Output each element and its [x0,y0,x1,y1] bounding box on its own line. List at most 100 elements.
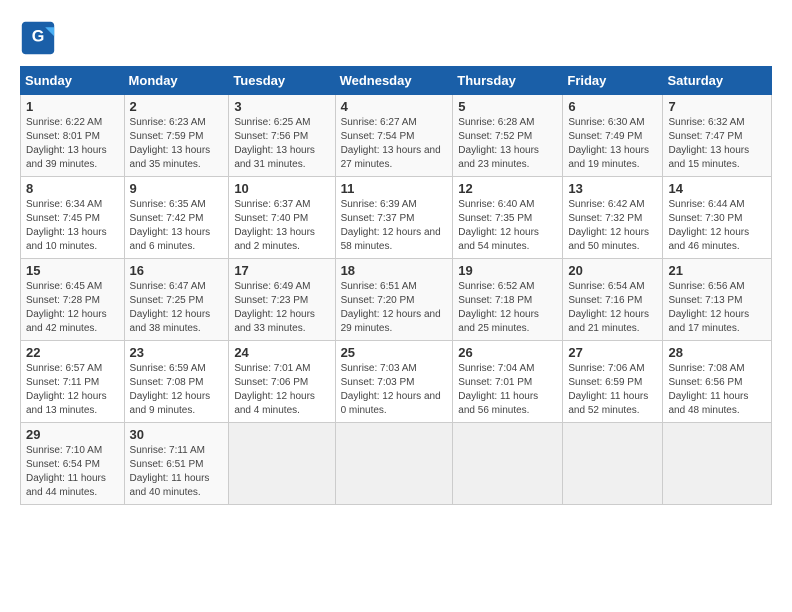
day-number: 22 [26,345,119,360]
calendar-cell: 24 Sunrise: 7:01 AMSunset: 7:06 PMDayligh… [229,341,335,423]
calendar-cell: 13 Sunrise: 6:42 AMSunset: 7:32 PMDayligh… [563,177,663,259]
day-info: Sunrise: 6:23 AMSunset: 7:59 PMDaylight:… [130,116,224,172]
empty-cell [453,423,563,505]
day-number: 10 [234,181,329,196]
empty-cell [335,423,453,505]
calendar-cell: 16 Sunrise: 6:47 AMSunset: 7:25 PMDayligh… [124,259,229,341]
day-number: 19 [458,263,557,278]
day-number: 24 [234,345,329,360]
day-info: Sunrise: 7:04 AMSunset: 7:01 PMDaylight:… [458,362,557,418]
day-info: Sunrise: 6:59 AMSunset: 7:08 PMDaylight:… [130,362,224,418]
calendar-cell: 9 Sunrise: 6:35 AMSunset: 7:42 PMDaylight… [124,177,229,259]
calendar-cell: 18Sunrise: 6:51 AMSunset: 7:20 PMDayligh… [335,259,453,341]
calendar-cell: 4 Sunrise: 6:27 AMSunset: 7:54 PMDaylight… [335,95,453,177]
calendar-cell: 25 Sunrise: 7:03 AMSunset: 7:03 PMDayligh… [335,341,453,423]
calendar-cell: 2 Sunrise: 6:23 AMSunset: 7:59 PMDaylight… [124,95,229,177]
empty-cell [563,423,663,505]
day-number: 13 [568,181,657,196]
calendar-cell: 30 Sunrise: 7:11 AMSunset: 6:51 PMDayligh… [124,423,229,505]
day-info: Sunrise: 6:35 AMSunset: 7:42 PMDaylight:… [130,198,224,254]
day-info: Sunrise: 6:44 AMSunset: 7:30 PMDaylight:… [668,198,766,254]
day-number: 23 [130,345,224,360]
calendar-cell: 21 Sunrise: 6:56 AMSunset: 7:13 PMDayligh… [663,259,772,341]
weekday-header-row: SundayMondayTuesdayWednesdayThursdayFrid… [21,67,772,95]
day-info: Sunrise: 6:57 AMSunset: 7:11 PMDaylight:… [26,362,119,418]
day-info: Sunrise: 6:47 AMSunset: 7:25 PMDaylight:… [130,280,224,336]
calendar-cell: 10 Sunrise: 6:37 AMSunset: 7:40 PMDayligh… [229,177,335,259]
day-info: Sunrise: 6:27 AMSunset: 7:54 PMDaylight:… [341,116,448,172]
day-info: Sunrise: 6:39 AMSunset: 7:37 PMDaylight:… [341,198,448,254]
calendar-row: 22 Sunrise: 6:57 AMSunset: 7:11 PMDayligh… [21,341,772,423]
day-number: 17 [234,263,329,278]
calendar-row: 15 Sunrise: 6:45 AMSunset: 7:28 PMDayligh… [21,259,772,341]
weekday-header: Thursday [453,67,563,95]
day-number: 18 [341,263,448,278]
logo-icon: G [20,20,56,56]
weekday-header: Tuesday [229,67,335,95]
day-number: 16 [130,263,224,278]
day-info: Sunrise: 6:22 AMSunset: 8:01 PMDaylight:… [26,116,119,172]
day-info: Sunrise: 6:25 AMSunset: 7:56 PMDaylight:… [234,116,329,172]
day-info: Sunrise: 6:37 AMSunset: 7:40 PMDaylight:… [234,198,329,254]
day-info: Sunrise: 6:40 AMSunset: 7:35 PMDaylight:… [458,198,557,254]
calendar-cell: 26 Sunrise: 7:04 AMSunset: 7:01 PMDayligh… [453,341,563,423]
calendar-cell: 23 Sunrise: 6:59 AMSunset: 7:08 PMDayligh… [124,341,229,423]
day-number: 11 [341,181,448,196]
day-number: 26 [458,345,557,360]
calendar-cell: 1 Sunrise: 6:22 AMSunset: 8:01 PMDaylight… [21,95,125,177]
day-number: 21 [668,263,766,278]
day-info: Sunrise: 6:45 AMSunset: 7:28 PMDaylight:… [26,280,119,336]
empty-cell [663,423,772,505]
day-number: 9 [130,181,224,196]
day-info: Sunrise: 6:52 AMSunset: 7:18 PMDaylight:… [458,280,557,336]
calendar-cell: 12 Sunrise: 6:40 AMSunset: 7:35 PMDayligh… [453,177,563,259]
calendar-cell: 14Sunrise: 6:44 AMSunset: 7:30 PMDayligh… [663,177,772,259]
calendar-cell: 6Sunrise: 6:30 AMSunset: 7:49 PMDaylight… [563,95,663,177]
day-number: 15 [26,263,119,278]
calendar-cell: 20 Sunrise: 6:54 AMSunset: 7:16 PMDayligh… [563,259,663,341]
calendar-row: 1 Sunrise: 6:22 AMSunset: 8:01 PMDaylight… [21,95,772,177]
day-number: 28 [668,345,766,360]
calendar-cell: 11 Sunrise: 6:39 AMSunset: 7:37 PMDayligh… [335,177,453,259]
logo: G [20,20,62,56]
day-info: Sunrise: 6:28 AMSunset: 7:52 PMDaylight:… [458,116,557,172]
calendar-cell: 3 Sunrise: 6:25 AMSunset: 7:56 PMDaylight… [229,95,335,177]
day-number: 20 [568,263,657,278]
day-number: 3 [234,99,329,114]
empty-cell [229,423,335,505]
calendar-cell: 15 Sunrise: 6:45 AMSunset: 7:28 PMDayligh… [21,259,125,341]
page-header: G [20,20,772,56]
calendar-table: SundayMondayTuesdayWednesdayThursdayFrid… [20,66,772,505]
calendar-cell: 28Sunrise: 7:08 AMSunset: 6:56 PMDayligh… [663,341,772,423]
day-info: Sunrise: 7:10 AMSunset: 6:54 PMDaylight:… [26,444,119,500]
day-info: Sunrise: 6:54 AMSunset: 7:16 PMDaylight:… [568,280,657,336]
weekday-header: Wednesday [335,67,453,95]
day-info: Sunrise: 6:42 AMSunset: 7:32 PMDaylight:… [568,198,657,254]
day-number: 30 [130,427,224,442]
day-number: 2 [130,99,224,114]
day-number: 1 [26,99,119,114]
day-number: 6 [568,99,657,114]
day-info: Sunrise: 7:11 AMSunset: 6:51 PMDaylight:… [130,444,224,500]
day-number: 12 [458,181,557,196]
calendar-cell: 22 Sunrise: 6:57 AMSunset: 7:11 PMDayligh… [21,341,125,423]
day-info: Sunrise: 7:01 AMSunset: 7:06 PMDaylight:… [234,362,329,418]
calendar-cell: 19 Sunrise: 6:52 AMSunset: 7:18 PMDayligh… [453,259,563,341]
day-number: 8 [26,181,119,196]
day-number: 25 [341,345,448,360]
calendar-cell: 7Sunrise: 6:32 AMSunset: 7:47 PMDaylight… [663,95,772,177]
day-number: 5 [458,99,557,114]
day-number: 4 [341,99,448,114]
day-info: Sunrise: 7:06 AMSunset: 6:59 PMDaylight:… [568,362,657,418]
calendar-cell: 17Sunrise: 6:49 AMSunset: 7:23 PMDayligh… [229,259,335,341]
weekday-header: Monday [124,67,229,95]
svg-text:G: G [32,28,45,46]
day-number: 27 [568,345,657,360]
day-info: Sunrise: 7:03 AMSunset: 7:03 PMDaylight:… [341,362,448,418]
day-number: 29 [26,427,119,442]
day-info: Sunrise: 6:56 AMSunset: 7:13 PMDaylight:… [668,280,766,336]
day-number: 7 [668,99,766,114]
calendar-row: 29 Sunrise: 7:10 AMSunset: 6:54 PMDayligh… [21,423,772,505]
calendar-cell: 27 Sunrise: 7:06 AMSunset: 6:59 PMDayligh… [563,341,663,423]
day-info: Sunrise: 6:34 AMSunset: 7:45 PMDaylight:… [26,198,119,254]
